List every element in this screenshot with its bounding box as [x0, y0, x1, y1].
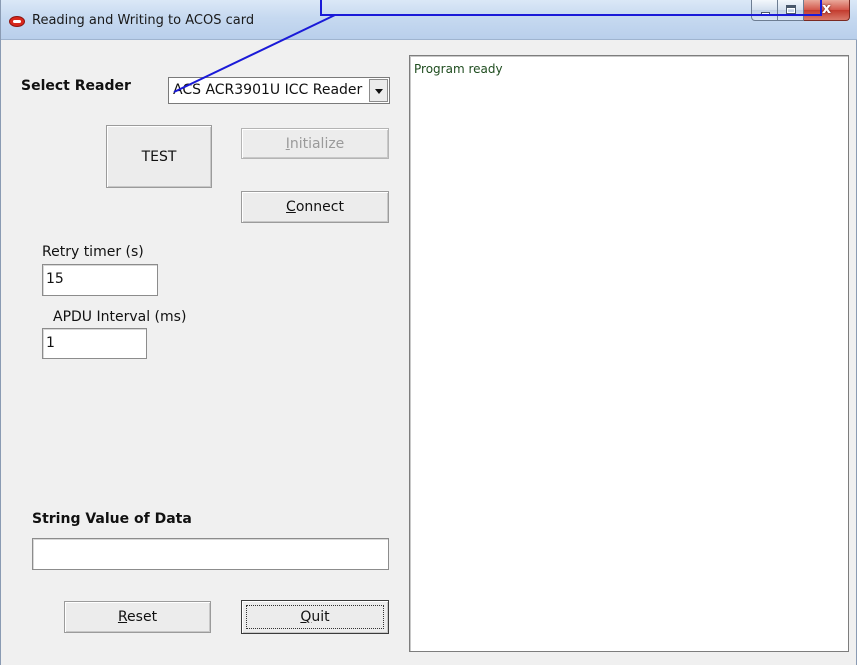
reader-select[interactable]: ACS ACR3901U ICC Reader: [168, 77, 390, 104]
log-output[interactable]: Program ready: [409, 55, 849, 652]
retry-timer-label: Retry timer (s): [42, 244, 144, 260]
app-window: Reading and Writing to ACOS card x Selec…: [0, 0, 857, 665]
select-reader-label: Select Reader: [21, 78, 131, 94]
reader-select-value: ACS ACR3901U ICC Reader: [173, 82, 363, 98]
test-button[interactable]: TEST: [106, 125, 212, 188]
reset-button[interactable]: Reset: [64, 601, 211, 633]
test-button-label: TEST: [141, 148, 177, 165]
retry-timer-input[interactable]: 15: [42, 264, 158, 296]
initialize-button[interactable]: Initialize: [241, 128, 389, 159]
connect-button-label: Connect: [286, 199, 344, 215]
apdu-interval-input[interactable]: 1: [42, 328, 147, 359]
string-value-label: String Value of Data: [32, 511, 192, 527]
chevron-down-icon[interactable]: [369, 79, 388, 102]
connect-button[interactable]: Connect: [241, 191, 389, 223]
string-value-input[interactable]: [32, 538, 389, 570]
callout-box: [320, 0, 822, 16]
reset-button-label: Reset: [117, 609, 158, 625]
window-title: Reading and Writing to ACOS card: [32, 13, 255, 28]
apdu-interval-value: 1: [46, 335, 55, 351]
initialize-button-label: Initialize: [285, 135, 345, 152]
log-line: Program ready: [414, 62, 503, 76]
app-icon: [9, 16, 25, 27]
apdu-interval-label: APDU Interval (ms): [53, 309, 187, 325]
focus-rect: [246, 605, 384, 629]
quit-button[interactable]: Quit: [241, 600, 389, 634]
retry-timer-value: 15: [46, 271, 64, 287]
